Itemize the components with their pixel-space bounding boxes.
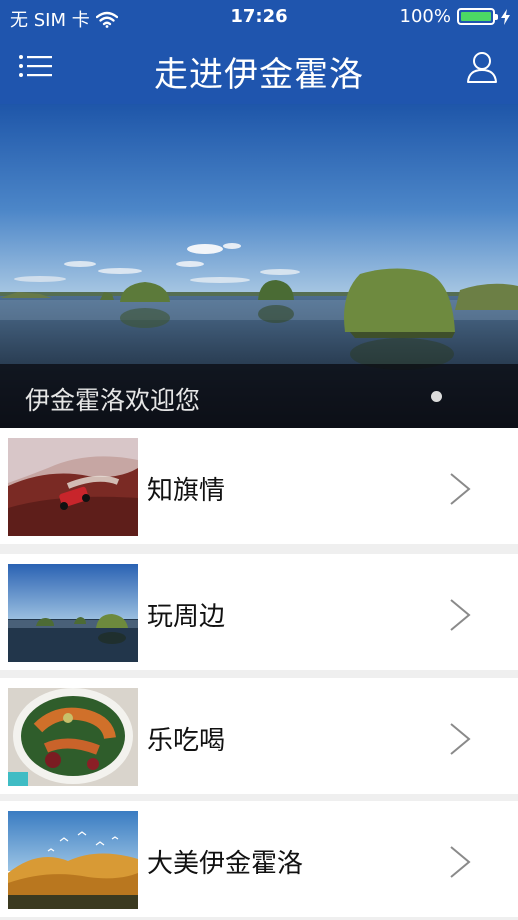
desert-jeep-photo [8,438,138,536]
nav-bar: 走进伊金霍洛 [0,34,518,104]
banner-caption-bar: 伊金霍洛欢迎您 [0,364,518,428]
list-item-label: 乐吃喝 [147,726,226,756]
list-item[interactable]: 玩周边 [0,554,518,670]
user-icon[interactable] [466,50,498,84]
page-title: 走进伊金霍洛 [154,55,364,95]
list-item[interactable]: 大美伊金霍洛 [0,801,518,917]
banner-carousel[interactable]: 伊金霍洛欢迎您 [0,104,518,428]
chevron-right-icon [450,473,471,505]
chevron-right-icon [450,846,471,878]
charging-bolt-icon [501,8,510,25]
food-plate-photo [8,688,138,786]
battery-fill [461,12,491,21]
desert-birds-photo [8,811,138,909]
chevron-right-icon [450,599,471,631]
app-screen: 无 SIM 卡 17:26 100% 走进伊金霍洛 伊金霍洛欢迎您 知旗情 玩周… [0,0,518,920]
battery-percent: 100% [399,6,451,27]
banner-caption: 伊金霍洛欢迎您 [25,386,201,415]
list-item-label: 知旗情 [147,476,226,506]
chevron-right-icon [450,723,471,755]
list-item[interactable]: 乐吃喝 [0,678,518,794]
list-item-label: 玩周边 [147,602,226,632]
lake-reeds-photo [8,564,138,662]
battery-icon [457,8,498,25]
list-item[interactable]: 知旗情 [0,428,518,544]
status-bar: 无 SIM 卡 17:26 100% [0,0,518,34]
carousel-page-dot[interactable] [431,391,442,402]
status-right: 100% [400,6,510,27]
list-item-label: 大美伊金霍洛 [147,849,304,879]
